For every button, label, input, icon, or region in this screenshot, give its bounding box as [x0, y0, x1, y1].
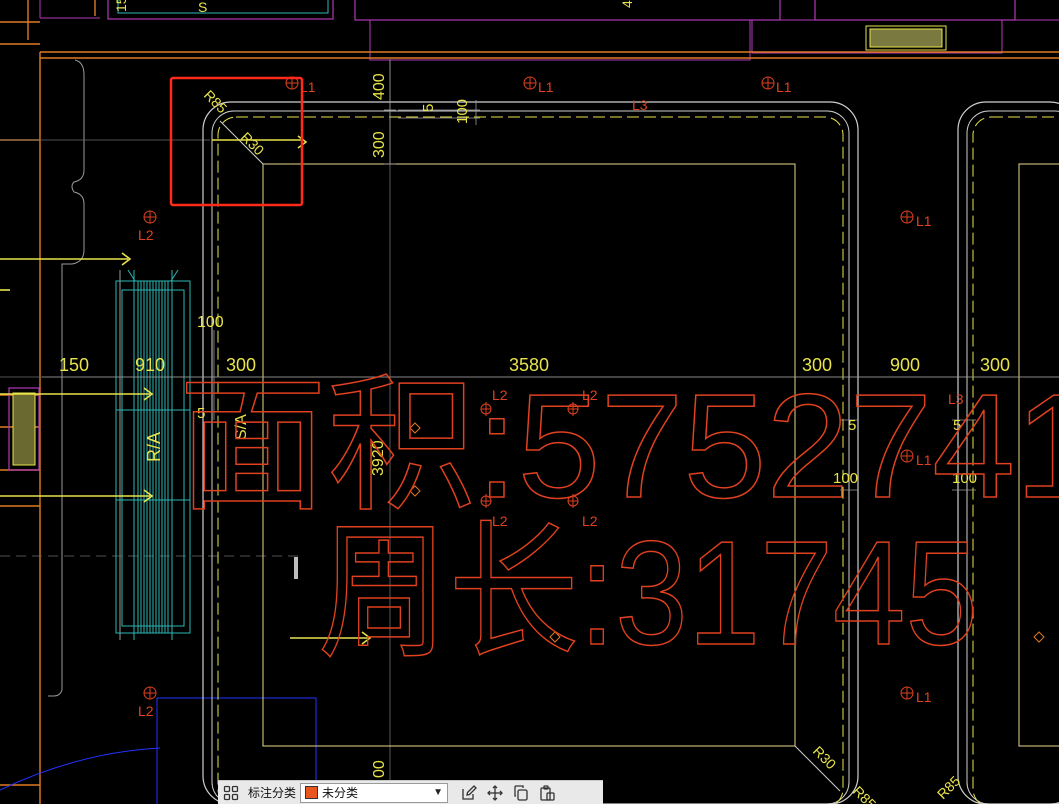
- cursor-marker: [294, 557, 298, 579]
- dim-top-left-s: S: [198, 0, 207, 15]
- dim-r30-bottom: R30: [810, 743, 840, 773]
- dim-300-left: 300: [371, 131, 388, 158]
- dim-top-left-15: 15: [113, 0, 129, 12]
- move-icon[interactable]: [482, 782, 508, 804]
- dim-r85-bottom: R85: [850, 783, 880, 804]
- dim-r30-top: R30: [238, 129, 268, 159]
- annotation-toolbar: 标注分类 未分类 ▼: [218, 780, 603, 804]
- ra-label: R/A: [144, 432, 164, 462]
- l1-label-b: L1: [538, 79, 554, 95]
- left-curb: [48, 59, 121, 697]
- paste-icon[interactable]: [534, 782, 560, 804]
- l1-label-f: L1: [916, 689, 932, 705]
- dim-r85-far: R85: [934, 772, 964, 802]
- dim-910: 910: [135, 355, 165, 375]
- chevron-down-icon: ▼: [433, 786, 444, 798]
- dim-5-top: 5: [420, 104, 437, 112]
- cad-drawing-canvas[interactable]: 15 S 4 R/A S/A 400 5 100 300 R85 R30 100…: [0, 0, 1059, 804]
- selection-highlight-box: [169, 76, 304, 207]
- annotation-category-label: 标注分类: [248, 786, 297, 800]
- dim-150: 150: [59, 355, 89, 375]
- dim-top-4: 4: [619, 0, 635, 8]
- l2-label-left-bottom: L2: [138, 703, 154, 719]
- area-measurement-text: 面积:5752741: [178, 364, 1059, 529]
- annotation-category-select[interactable]: 未分类 ▼: [300, 782, 449, 803]
- grid-menu-icon[interactable]: [218, 782, 244, 804]
- l1-label-c: L1: [776, 79, 792, 95]
- copy-icon[interactable]: [508, 782, 534, 804]
- l2-label-left-top: L2: [138, 227, 154, 243]
- perimeter-measurement-text: 周长:31745: [318, 511, 978, 676]
- dim-100-left: 100: [197, 314, 224, 331]
- category-selected-value: 未分类: [322, 786, 359, 800]
- dim-400: 400: [371, 73, 388, 100]
- dim-00-bottom: 00: [371, 760, 388, 778]
- l3-label-top: L3: [632, 97, 648, 113]
- category-color-swatch: [305, 786, 319, 799]
- l1-label-d: L1: [916, 213, 932, 229]
- edit-icon[interactable]: [456, 782, 482, 804]
- dim-100-top: 100: [454, 99, 471, 124]
- top-rooms: 15 S 4: [39, 0, 1059, 61]
- left-wall-fixture: [8, 387, 40, 471]
